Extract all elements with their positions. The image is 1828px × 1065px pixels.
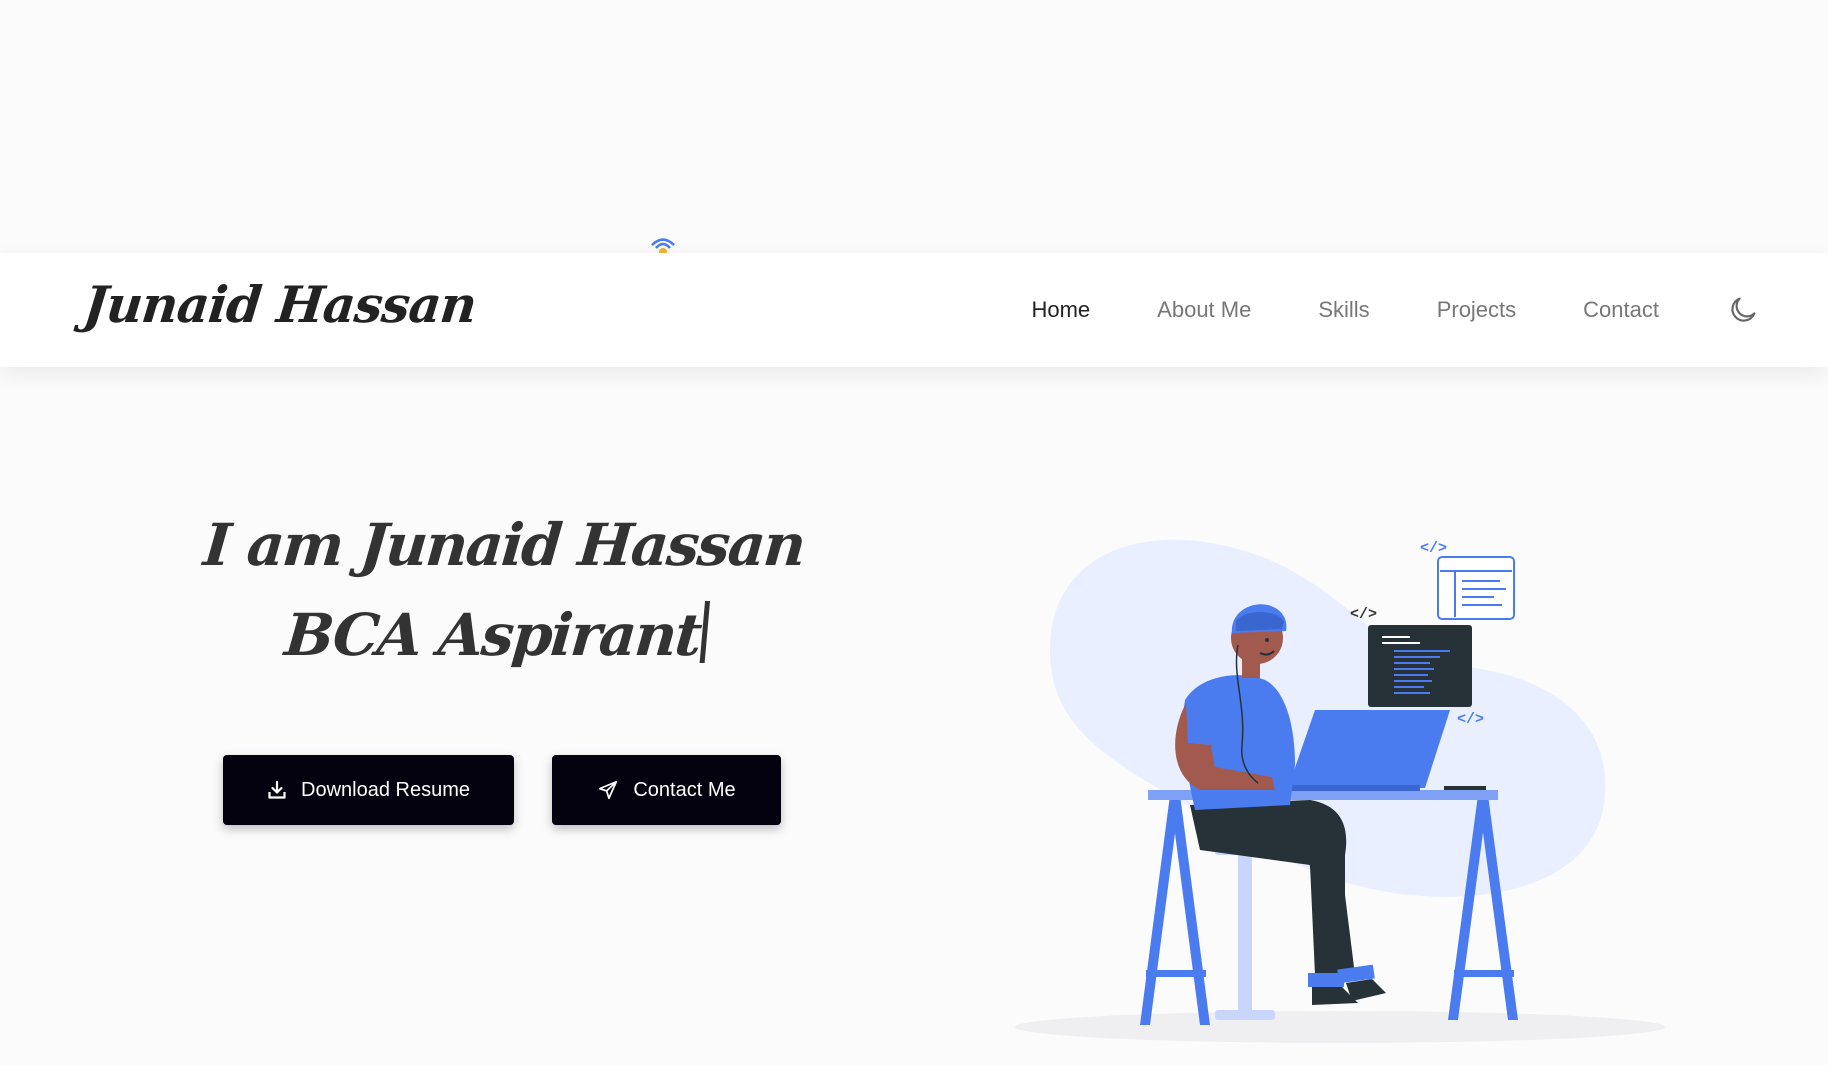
download-resume-button[interactable]: Download Resume [223, 755, 514, 825]
svg-text:</>: </> [1350, 606, 1377, 623]
nav-menu: Home About Me Skills Projects Contact [1031, 253, 1828, 367]
download-resume-label: Download Resume [301, 778, 470, 801]
send-icon [597, 779, 619, 801]
developer-at-desk-illustration: </> </> </> [1010, 505, 1690, 1050]
portfolio-page: Junaid Hassan Home About Me Skills Proje… [0, 0, 1828, 1065]
nav-item-projects[interactable]: Projects [1437, 297, 1516, 323]
hero-heading: I am Junaid Hassan BCA Aspirant [172, 500, 828, 680]
nav-item-skills[interactable]: Skills [1318, 297, 1369, 323]
moon-icon [1731, 297, 1756, 322]
svg-text:</>: </> [1420, 540, 1447, 557]
nav-item-contact[interactable]: Contact [1583, 297, 1659, 323]
contact-me-button[interactable]: Contact Me [552, 755, 781, 825]
nav-item-about-me[interactable]: About Me [1157, 297, 1251, 323]
typed-role-text: BCA Aspirant [282, 601, 703, 669]
signal-icon [650, 236, 680, 254]
download-icon [267, 780, 287, 800]
top-blank-area [0, 0, 1828, 252]
svg-text:</>: </> [1457, 711, 1484, 728]
contact-me-label: Contact Me [633, 778, 736, 801]
brand-logo[interactable]: Junaid Hassan [81, 275, 479, 334]
hero-line-role: BCA Aspirant [172, 590, 820, 680]
navbar: Junaid Hassan Home About Me Skills Proje… [0, 253, 1828, 367]
hero-line-intro: I am Junaid Hassan [200, 511, 807, 579]
nav-item-home[interactable]: Home [1031, 297, 1090, 323]
theme-toggle-button[interactable] [1726, 293, 1760, 327]
